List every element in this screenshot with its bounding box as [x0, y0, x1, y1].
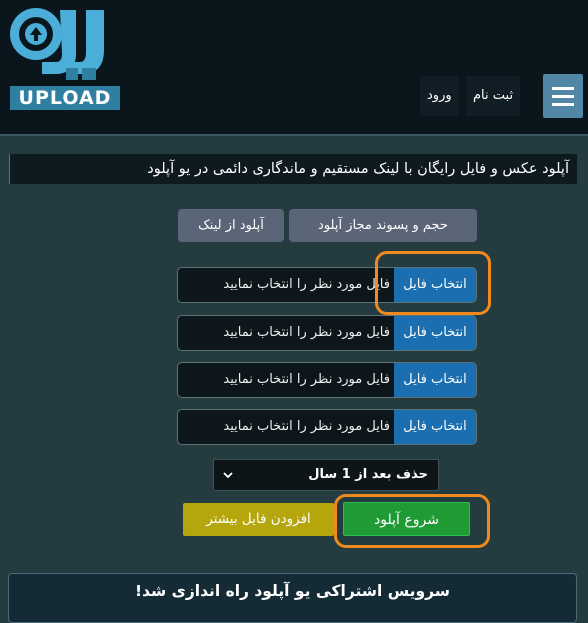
choose-file-button[interactable]: انتخاب فایل [394, 316, 476, 350]
logo-text: UPLOAD [10, 86, 120, 110]
file-input-placeholder: فایل مورد نظر را انتخاب نمایید [223, 419, 390, 434]
register-link[interactable]: ثبت نام [466, 76, 521, 116]
file-input-row[interactable]: انتخاب فایل فایل مورد نظر را انتخاب نمای… [177, 409, 477, 445]
choose-file-button[interactable]: انتخاب فایل [394, 268, 476, 302]
page-banner: آپلود عکس و فایل رایگان با لینک مستقیم و… [9, 154, 577, 184]
file-input-row[interactable]: انتخاب فایل فایل مورد نظر را انتخاب نمای… [177, 362, 477, 398]
menu-button[interactable] [543, 74, 583, 118]
file-input-placeholder: فایل مورد نظر را انتخاب نمایید [223, 372, 390, 387]
banner-text: آپلود عکس و فایل رایگان با لینک مستقیم و… [147, 161, 569, 177]
file-input-row[interactable]: انتخاب فایل فایل مورد نظر را انتخاب نمای… [177, 315, 477, 351]
hamburger-icon [552, 87, 574, 90]
file-input-row[interactable]: انتخاب فایل فایل مورد نظر را انتخاب نمای… [177, 267, 477, 303]
choose-file-button[interactable]: انتخاب فایل [394, 410, 476, 444]
file-input-placeholder: فایل مورد نظر را انتخاب نمایید [223, 325, 390, 340]
expiry-select[interactable]: حذف بعد از 1 سال [213, 459, 439, 491]
add-more-files-button[interactable]: افزودن فایل بیشتر [183, 503, 334, 536]
chevron-down-icon [223, 472, 233, 479]
hamburger-icon-bar [552, 95, 574, 98]
upload-from-link-button[interactable]: آپلود از لینک [178, 209, 284, 242]
expiry-selected-value: حذف بعد از 1 سال [308, 467, 428, 482]
site-logo[interactable]: UPLOAD [6, 4, 120, 110]
choose-file-button[interactable]: انتخاب فایل [394, 363, 476, 397]
hamburger-icon-bar [552, 103, 574, 106]
site-header: UPLOAD ورود ثبت نام [0, 0, 588, 136]
start-upload-button[interactable]: شروع آپلود [343, 502, 470, 536]
file-input-placeholder: فایل مورد نظر را انتخاب نمایید [223, 277, 390, 292]
login-link[interactable]: ورود [420, 76, 459, 116]
announcement-box: سرویس اشتراکی یو آپلود راه اندازی شد! [8, 573, 577, 623]
allowed-size-button[interactable]: حجم و پسوند مجاز آپلود [289, 209, 477, 242]
logo-mark-icon [10, 8, 104, 80]
announcement-text: سرویس اشتراکی یو آپلود راه اندازی شد! [134, 582, 450, 600]
